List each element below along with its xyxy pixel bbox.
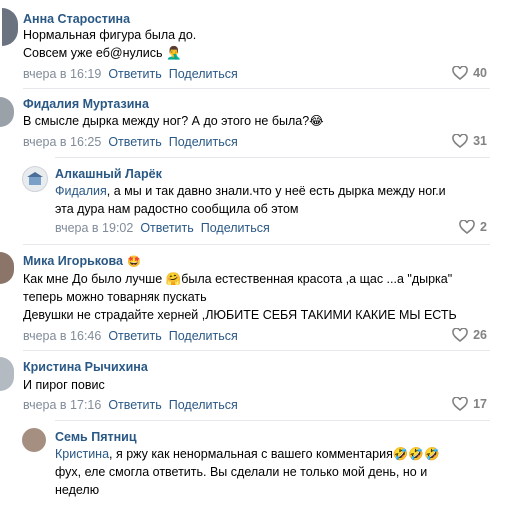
reply-button[interactable]: Ответить	[108, 398, 161, 412]
comment-meta: вчера в 16:46 Ответить Поделиться	[23, 329, 238, 343]
comment-text-line: фух, еле смогла ответить. Вы сделали не …	[55, 465, 428, 479]
comment-time[interactable]: вчера в 19:02	[55, 221, 133, 235]
like-count: 40	[473, 66, 487, 80]
like-count: 26	[473, 328, 487, 342]
reply-button[interactable]: Ответить	[108, 329, 161, 343]
shop-logo-icon	[27, 172, 43, 185]
comment-text-line: В смысле дырка между ног? А до этого не …	[23, 114, 324, 128]
mention-link[interactable]: Кристина	[55, 447, 109, 461]
avatar[interactable]	[2, 8, 18, 46]
reply-button[interactable]: Ответить	[108, 135, 161, 149]
comment-author[interactable]: Алкашный Ларёк	[55, 167, 162, 181]
like-count: 17	[473, 397, 487, 411]
comment-meta: вчера в 16:19 Ответить Поделиться	[23, 67, 238, 81]
comment-text-line-1: Кристина, я ржу как ненормальная с вашег…	[55, 446, 440, 463]
avatar[interactable]	[0, 252, 14, 284]
share-button[interactable]: Поделиться	[169, 329, 238, 343]
like-count: 2	[480, 220, 487, 234]
comment-text-line: теперь можно товарняк пускать	[23, 290, 207, 304]
comment-time[interactable]: вчера в 16:46	[23, 329, 101, 343]
comment-meta: вчера в 19:02 Ответить Поделиться	[55, 221, 270, 235]
comment-text-line: Нормальная фигура была до.	[23, 28, 197, 42]
heart-icon	[459, 220, 475, 234]
like-button[interactable]: 17	[452, 397, 487, 411]
star-eyes-emoji-icon: 🤩	[126, 256, 141, 268]
divider	[23, 88, 490, 89]
divider	[55, 420, 490, 421]
share-button[interactable]: Поделиться	[169, 67, 238, 81]
share-button[interactable]: Поделиться	[169, 135, 238, 149]
avatar[interactable]	[22, 166, 48, 192]
share-button[interactable]: Поделиться	[169, 398, 238, 412]
like-button[interactable]: 31	[452, 134, 487, 148]
comment-text-line: Совсем уже еб@нулись 🤦‍♂️	[23, 46, 182, 60]
mention-link[interactable]: Фидалия	[55, 184, 107, 198]
comment-text-line: Как мне До было лучше 🤗была естественная…	[23, 272, 453, 286]
heart-icon	[452, 328, 468, 342]
comment-text: , а мы и так давно знали.что у неё есть …	[106, 184, 446, 198]
comment-author[interactable]: Семь Пятниц	[55, 430, 137, 444]
avatar[interactable]	[0, 357, 14, 391]
comment-text-line: Девушки не страдайте херней ,ЛЮБИТЕ СЕБЯ…	[23, 308, 457, 322]
comment-text-line: И пирог повис	[23, 378, 105, 392]
avatar[interactable]	[0, 97, 14, 127]
comment-time[interactable]: вчера в 17:16	[23, 398, 101, 412]
share-button[interactable]: Поделиться	[201, 221, 270, 235]
comment-author[interactable]: Фидалия Муртазина	[23, 97, 149, 111]
comment-meta: вчера в 16:25 Ответить Поделиться	[23, 135, 238, 149]
reply-button[interactable]: Ответить	[108, 67, 161, 81]
author-name: Мика Игорькова	[23, 254, 123, 268]
heart-icon	[452, 134, 468, 148]
divider	[55, 157, 490, 158]
comment-time[interactable]: вчера в 16:19	[23, 67, 101, 81]
comment-author[interactable]: Мика Игорькова 🤩	[23, 254, 141, 268]
comment-text-line-1: Фидалия, а мы и так давно знали.что у не…	[55, 183, 446, 200]
heart-icon	[452, 66, 468, 80]
avatar[interactable]	[22, 428, 46, 452]
divider	[23, 244, 490, 245]
comment-author[interactable]: Кристина Рычихина	[23, 360, 148, 374]
comment-text-line: неделю	[55, 483, 100, 497]
heart-icon	[452, 397, 468, 411]
comment-text-line: эта дура нам радостно сообщила об этом	[55, 202, 299, 216]
reply-button[interactable]: Ответить	[140, 221, 193, 235]
comment-author[interactable]: Анна Старостина	[23, 12, 130, 26]
comment-text: , я ржу как ненормальная с вашего коммен…	[109, 447, 440, 461]
like-count: 31	[473, 134, 487, 148]
divider	[23, 350, 490, 351]
like-button[interactable]: 26	[452, 328, 487, 342]
like-button[interactable]: 2	[459, 220, 487, 234]
comment-time[interactable]: вчера в 16:25	[23, 135, 101, 149]
like-button[interactable]: 40	[452, 66, 487, 80]
comment-meta: вчера в 17:16 Ответить Поделиться	[23, 398, 238, 412]
